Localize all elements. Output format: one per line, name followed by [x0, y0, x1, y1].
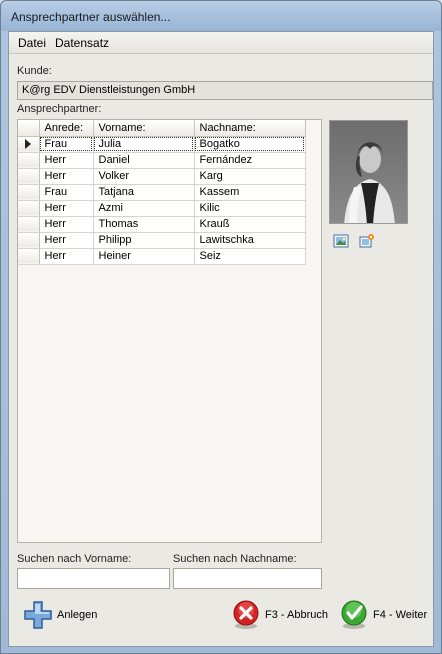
cell-nachname[interactable]: Fernández: [194, 152, 306, 169]
search-vorname-input[interactable]: [17, 568, 170, 589]
dialog-window: Ansprechpartner auswählen... Datei Daten…: [0, 0, 442, 654]
abbruch-button[interactable]: F3 - Abbruch: [231, 598, 328, 632]
table-row[interactable]: Herr Daniel Fernández: [18, 152, 306, 169]
weiter-label: F4 - Weiter: [373, 609, 428, 621]
cell-nachname[interactable]: Kassem: [194, 184, 306, 201]
checkmark-icon: [341, 600, 367, 629]
row-indicator[interactable]: [18, 168, 40, 185]
row-indicator[interactable]: [18, 152, 40, 169]
table-row[interactable]: Frau Julia Bogatko: [18, 136, 306, 153]
cell-anrede[interactable]: Herr: [39, 216, 94, 233]
add-icon: [24, 601, 52, 629]
search-nachname-label: Suchen nach Nachname:: [173, 553, 297, 565]
edit-picture-icon[interactable]: [359, 233, 375, 249]
cell-nachname[interactable]: Bogatko: [194, 136, 306, 153]
cell-anrede[interactable]: Herr: [39, 152, 94, 169]
table-row[interactable]: Herr Azmi Kilic: [18, 200, 306, 217]
column-header-nachname[interactable]: Nachname:: [194, 120, 306, 137]
table-row[interactable]: Herr Volker Karg: [18, 168, 306, 185]
table-row[interactable]: Frau Tatjana Kassem: [18, 184, 306, 201]
cell-anrede[interactable]: Herr: [39, 232, 94, 249]
cell-vorname[interactable]: Thomas: [93, 216, 195, 233]
cell-vorname[interactable]: Philipp: [93, 232, 195, 249]
ansprechpartner-label: Ansprechpartner:: [17, 103, 102, 115]
row-indicator[interactable]: [18, 200, 40, 217]
row-indicator[interactable]: [18, 184, 40, 201]
column-header-anrede[interactable]: Anrede:: [39, 120, 94, 137]
contact-photo-image: [330, 121, 407, 223]
cell-vorname[interactable]: Julia: [93, 136, 195, 153]
menu-datei[interactable]: Datei: [18, 36, 46, 50]
search-vorname-label: Suchen nach Vorname:: [17, 553, 132, 565]
cell-nachname[interactable]: Karg: [194, 168, 306, 185]
anlegen-button[interactable]: Anlegen: [23, 598, 97, 632]
anlegen-label: Anlegen: [57, 609, 98, 621]
row-indicator-header: [18, 120, 40, 137]
cell-nachname[interactable]: Kilic: [194, 200, 306, 217]
picture-icon[interactable]: [333, 233, 349, 249]
contacts-grid[interactable]: Anrede: Vorname: Nachname: Frau Julia Boga…: [17, 119, 322, 543]
row-pointer-icon: [25, 138, 32, 149]
weiter-button[interactable]: F4 - Weiter: [339, 598, 427, 632]
column-header-vorname[interactable]: Vorname:: [93, 120, 195, 137]
current-row-indicator[interactable]: [18, 136, 40, 153]
title-bar[interactable]: Ansprechpartner auswählen...: [1, 1, 441, 31]
table-header-row: Anrede: Vorname: Nachname:: [18, 120, 306, 137]
cell-anrede[interactable]: Herr: [39, 200, 94, 217]
cell-vorname[interactable]: Volker: [93, 168, 195, 185]
cell-vorname[interactable]: Tatjana: [93, 184, 195, 201]
kunde-label: Kunde:: [17, 65, 52, 77]
contacts-table: Anrede: Vorname: Nachname: Frau Julia Boga…: [18, 120, 306, 265]
search-nachname-input[interactable]: [173, 568, 322, 589]
kunde-field: K@rg EDV Dienstleistungen GmbH: [17, 81, 433, 100]
table-row[interactable]: Herr Heiner Seiz: [18, 248, 306, 265]
row-indicator[interactable]: [18, 248, 40, 265]
cell-anrede[interactable]: Frau: [39, 136, 94, 153]
menu-datensatz[interactable]: Datensatz: [55, 36, 109, 50]
cell-anrede[interactable]: Herr: [39, 248, 94, 265]
cell-vorname[interactable]: Azmi: [93, 200, 195, 217]
cell-anrede[interactable]: Frau: [39, 184, 94, 201]
cell-nachname[interactable]: Krauß: [194, 216, 306, 233]
row-indicator[interactable]: [18, 216, 40, 233]
abbruch-label: F3 - Abbruch: [265, 609, 328, 621]
dialog-client-area: Datei Datensatz Kunde: K@rg EDV Dienstle…: [8, 31, 434, 647]
contact-photo: [329, 120, 408, 224]
menu-bar: Datei Datensatz: [9, 32, 433, 54]
cell-vorname[interactable]: Daniel: [93, 152, 195, 169]
cancel-icon: [233, 600, 259, 629]
cell-vorname[interactable]: Heiner: [93, 248, 195, 265]
table-row[interactable]: Herr Philipp Lawitschka: [18, 232, 306, 249]
window-title: Ansprechpartner auswählen...: [11, 10, 171, 24]
table-row[interactable]: Herr Thomas Krauß: [18, 216, 306, 233]
row-indicator[interactable]: [18, 232, 40, 249]
cell-nachname[interactable]: Seiz: [194, 248, 306, 265]
cell-anrede[interactable]: Herr: [39, 168, 94, 185]
cell-nachname[interactable]: Lawitschka: [194, 232, 306, 249]
